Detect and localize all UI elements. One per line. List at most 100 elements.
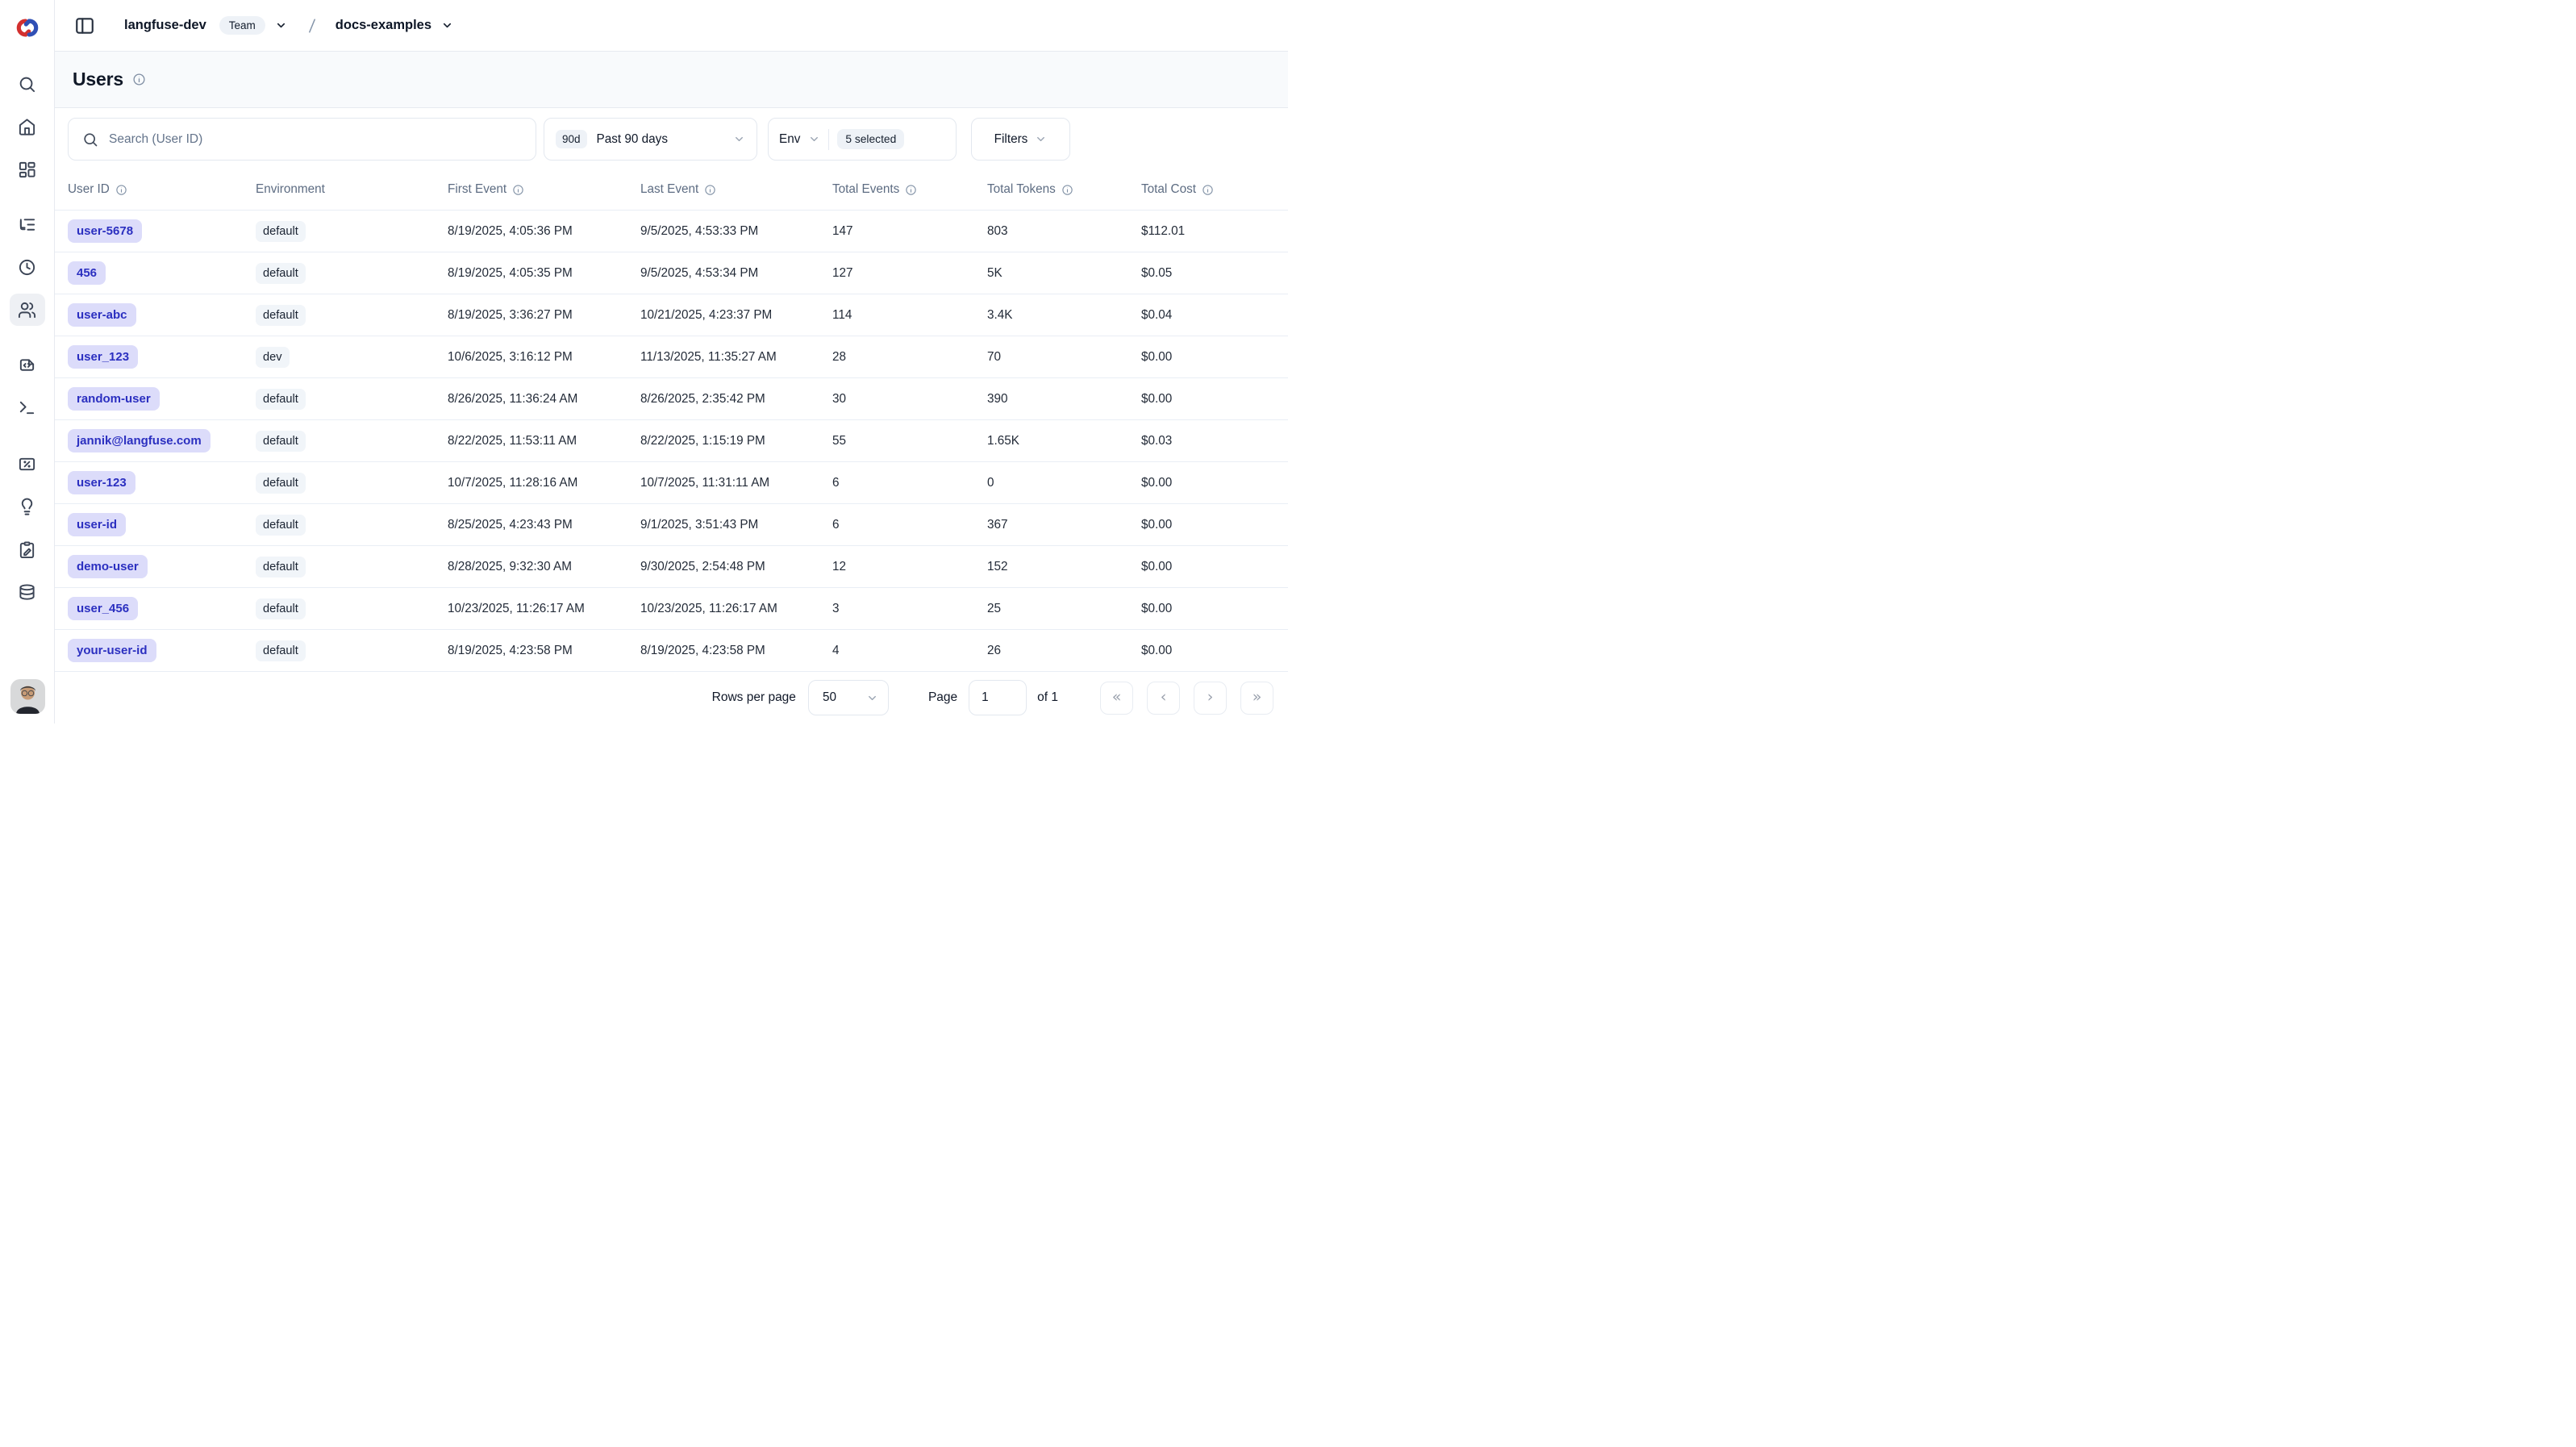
sessions-clock-icon: [18, 258, 36, 277]
filters-button[interactable]: Filters: [971, 118, 1070, 161]
table-row[interactable]: your-user-id default 8/19/2025, 4:23:58 …: [55, 629, 1288, 671]
table-row[interactable]: random-user default 8/26/2025, 11:36:24 …: [55, 377, 1288, 419]
chevron-down-icon: [275, 19, 287, 31]
environment-badge: default: [256, 389, 306, 410]
project-name: langfuse-dev: [124, 18, 206, 33]
insights-lightbulb-icon: [18, 498, 36, 516]
last-page-button[interactable]: »: [1240, 682, 1273, 715]
datasets-database-icon: [18, 583, 36, 602]
page-count-label: of 1: [1037, 690, 1058, 705]
total-events-cell: 28: [832, 350, 987, 365]
table-row[interactable]: demo-user default 8/28/2025, 9:32:30 AM …: [55, 545, 1288, 587]
search-icon: [82, 131, 98, 148]
first-page-button[interactable]: «: [1100, 682, 1133, 715]
total-tokens-cell: 25: [987, 602, 1141, 616]
table-row[interactable]: user-id default 8/25/2025, 4:23:43 PM 9/…: [55, 503, 1288, 545]
main-area: langfuse-dev Team docs-examples Users: [55, 0, 1288, 724]
table-row[interactable]: user_123 dev 10/6/2025, 3:16:12 PM 11/13…: [55, 336, 1288, 377]
first-event-cell: 8/19/2025, 4:23:58 PM: [448, 644, 640, 658]
chevron-down-icon: [1035, 133, 1047, 145]
next-page-button[interactable]: ›: [1194, 682, 1227, 715]
info-icon[interactable]: [132, 73, 146, 86]
info-icon[interactable]: [1061, 184, 1073, 196]
table-row[interactable]: jannik@langfuse.com default 8/22/2025, 1…: [55, 419, 1288, 461]
sidebar-item-insights[interactable]: [10, 490, 45, 523]
user-id-badge[interactable]: user_456: [68, 597, 138, 620]
annotation-clipboard-icon: [18, 540, 36, 559]
table-row[interactable]: user-abc default 8/19/2025, 3:36:27 PM 1…: [55, 294, 1288, 336]
team-badge: Team: [219, 16, 265, 35]
env-filter-label: Env: [779, 132, 800, 147]
langfuse-logo[interactable]: [11, 11, 44, 44]
total-cost-cell: $0.00: [1141, 602, 1288, 616]
sidebar-item-home[interactable]: [10, 111, 45, 143]
table-row[interactable]: user_456 default 10/23/2025, 11:26:17 AM…: [55, 587, 1288, 629]
last-event-cell: 9/30/2025, 2:54:48 PM: [640, 560, 832, 574]
date-range-button[interactable]: 90d Past 90 days: [544, 118, 757, 161]
app-root: langfuse-dev Team docs-examples Users: [0, 0, 1288, 724]
info-icon[interactable]: [115, 184, 127, 196]
table-header-row: User ID Environment First Event Last Eve…: [55, 169, 1288, 210]
info-icon[interactable]: [512, 184, 524, 196]
column-header-first-event: First Event: [448, 182, 640, 197]
page-number-input[interactable]: [969, 680, 1027, 715]
chevron-down-icon: [866, 692, 878, 704]
sidebar-item-dashboards[interactable]: [10, 153, 45, 186]
table-row[interactable]: user-5678 default 8/19/2025, 4:05:36 PM …: [55, 210, 1288, 252]
total-tokens-cell: 5K: [987, 266, 1141, 281]
search-input[interactable]: [109, 132, 512, 147]
sidebar-item-users[interactable]: [10, 294, 45, 326]
dashboard-grid-icon: [18, 161, 36, 179]
table-row[interactable]: 456 default 8/19/2025, 4:05:35 PM 9/5/20…: [55, 252, 1288, 294]
environment-badge: default: [256, 221, 306, 242]
sidebar-item-playground[interactable]: [10, 391, 45, 423]
user-avatar[interactable]: [10, 679, 45, 714]
org-selector[interactable]: langfuse-dev Team: [95, 16, 287, 35]
total-tokens-cell: 803: [987, 224, 1141, 239]
sidebar-toggle-icon[interactable]: [74, 15, 95, 36]
user-id-badge[interactable]: demo-user: [68, 555, 148, 578]
sidebar-item-tracing[interactable]: [10, 208, 45, 240]
home-icon: [18, 118, 36, 136]
user-id-badge[interactable]: user-id: [68, 513, 126, 536]
env-selected-badge: 5 selected: [837, 129, 904, 149]
last-event-cell: 9/1/2025, 3:51:43 PM: [640, 518, 832, 532]
last-event-cell: 8/22/2025, 1:15:19 PM: [640, 434, 832, 448]
user-id-badge[interactable]: user-5678: [68, 219, 142, 243]
total-events-cell: 30: [832, 392, 987, 407]
column-header-total-events: Total Events: [832, 182, 987, 197]
total-cost-cell: $0.00: [1141, 392, 1288, 407]
environment-selector[interactable]: docs-examples: [324, 18, 453, 33]
user-id-badge[interactable]: jannik@langfuse.com: [68, 429, 210, 452]
sidebar-item-search[interactable]: [10, 68, 45, 100]
user-id-badge[interactable]: user-abc: [68, 303, 136, 327]
table-row[interactable]: user-123 default 10/7/2025, 11:28:16 AM …: [55, 461, 1288, 503]
sidebar-item-evaluation[interactable]: [10, 448, 45, 480]
column-header-total-tokens: Total Tokens: [987, 182, 1141, 197]
env-filter-button[interactable]: Env 5 selected: [768, 118, 957, 161]
last-event-cell: 8/26/2025, 2:35:42 PM: [640, 392, 832, 407]
total-tokens-cell: 1.65K: [987, 434, 1141, 448]
environment-name: docs-examples: [336, 18, 431, 33]
total-cost-cell: $0.00: [1141, 518, 1288, 532]
search-box[interactable]: [68, 118, 536, 161]
sidebar-item-datasets[interactable]: [10, 576, 45, 608]
sidebar-item-annotation[interactable]: [10, 533, 45, 565]
user-id-badge[interactable]: random-user: [68, 387, 160, 411]
rows-per-page-select[interactable]: 50: [808, 680, 889, 715]
user-id-badge[interactable]: 456: [68, 261, 106, 285]
total-cost-cell: $0.00: [1141, 476, 1288, 490]
info-icon[interactable]: [704, 184, 716, 196]
sidebar-item-prompts[interactable]: [10, 348, 45, 381]
user-id-badge[interactable]: user-123: [68, 471, 135, 494]
info-icon[interactable]: [1202, 184, 1214, 196]
user-id-badge[interactable]: user_123: [68, 345, 138, 369]
user-id-badge[interactable]: your-user-id: [68, 639, 156, 662]
sidebar-item-sessions[interactable]: [10, 251, 45, 283]
rows-per-page-label: Rows per page: [712, 690, 796, 705]
info-icon[interactable]: [905, 184, 917, 196]
environment-badge: dev: [256, 347, 290, 368]
total-events-cell: 114: [832, 308, 987, 323]
previous-page-button[interactable]: ‹: [1147, 682, 1180, 715]
environment-badge: default: [256, 305, 306, 326]
